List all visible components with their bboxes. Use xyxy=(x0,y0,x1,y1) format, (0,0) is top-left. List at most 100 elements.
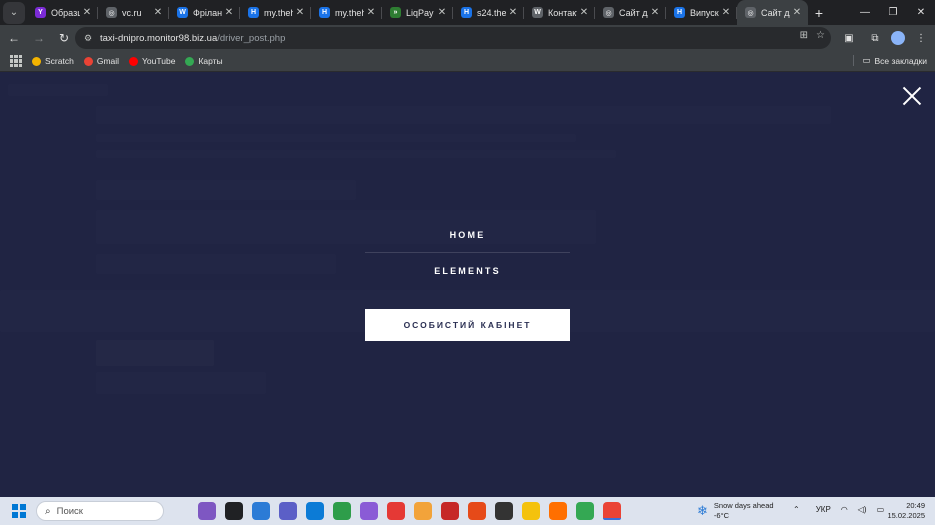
browser-tab[interactable]: Hmy.theh ✕ xyxy=(311,0,382,25)
wifi-icon[interactable]: ◠ xyxy=(841,505,848,514)
site-info-icon[interactable]: ⚙ xyxy=(81,33,95,44)
bookmark-item[interactable]: Scratch xyxy=(32,56,74,66)
tab-close-icon[interactable]: ✕ xyxy=(364,7,378,18)
maximize-button[interactable]: ❐ xyxy=(879,0,907,25)
apps-grid-icon[interactable] xyxy=(10,55,22,67)
browser-tab[interactable]: Y Образц ✕ xyxy=(27,0,98,25)
volume-icon[interactable]: ◁) xyxy=(858,505,867,514)
tab-close-icon[interactable]: ✕ xyxy=(577,7,591,18)
snowflake-icon: ❄ xyxy=(697,503,708,518)
tab-close-icon[interactable]: ✕ xyxy=(222,7,236,18)
browser-tab[interactable]: » LiqPay T✕ xyxy=(382,0,453,25)
bookmark-star-icon[interactable]: ☆ xyxy=(816,30,825,41)
tab-title: Сайт дл xyxy=(761,7,790,18)
weather-widget[interactable]: ❄ Snow days ahead -6°C xyxy=(697,501,774,521)
bookmark-item[interactable]: Gmail xyxy=(83,56,119,66)
browser-tab[interactable]: H Випуск ✕ xyxy=(666,0,737,25)
arrow-left-icon: ← xyxy=(8,31,20,45)
personal-cabinet-button[interactable]: ОСОБИСТИЙ КАБІНЕТ xyxy=(365,309,570,341)
tab-list: YОбразц✕◎vc.ru✕WФріланс✕Hmy.theh✕Hmy.the… xyxy=(27,0,808,25)
tab-close-icon[interactable]: ✕ xyxy=(80,7,94,18)
more-menu-icon[interactable]: ⋮ xyxy=(911,27,931,49)
terminal-icon[interactable] xyxy=(495,502,513,520)
copilot-icon[interactable] xyxy=(252,502,270,520)
browser-tab[interactable]: W Контакт✕ xyxy=(524,0,595,25)
tab-favicon-icon: ◎ xyxy=(745,7,756,18)
bookmark-label: YouTube xyxy=(142,56,176,66)
windows-start-icon[interactable] xyxy=(12,504,26,518)
browser-tab[interactable]: ◎ Сайт дл✕ xyxy=(737,0,808,25)
app-multicolor-icon[interactable] xyxy=(576,502,594,520)
app-wave-icon[interactable] xyxy=(414,502,432,520)
tab-close-icon[interactable]: ✕ xyxy=(648,7,662,18)
tab-close-icon[interactable]: ✕ xyxy=(506,7,520,18)
tab-favicon-icon: H xyxy=(674,7,685,18)
reload-button[interactable]: ↻ xyxy=(53,27,75,49)
tab-close-icon[interactable]: ✕ xyxy=(435,7,449,18)
menu-item-home[interactable]: HOME xyxy=(365,230,570,240)
media-icon[interactable]: ▣ xyxy=(839,27,859,49)
close-menu-icon[interactable] xyxy=(902,86,922,106)
battery-icon[interactable]: ▭ xyxy=(877,505,885,514)
tab-favicon-icon: H xyxy=(319,7,330,18)
bookmark-item[interactable]: Карты xyxy=(185,56,223,66)
tab-close-icon[interactable]: ✕ xyxy=(151,7,165,18)
browser-toolbar: ← → ↻ ⚙ taxi-dnipro.monitor98.biz.ua/dri… xyxy=(0,25,935,51)
system-tray: ⌃ УКР ◠ ◁) ▭ xyxy=(793,505,884,514)
bookmark-favicon-icon xyxy=(83,56,93,66)
profile-avatar[interactable] xyxy=(891,31,905,45)
window-controls: — ❐ ✕ xyxy=(851,0,935,25)
teams-icon[interactable] xyxy=(279,502,297,520)
weather-line1: Snow days ahead xyxy=(713,501,774,510)
language-indicator[interactable]: УКР xyxy=(816,505,831,514)
url-text[interactable]: taxi-dnipro.monitor98.biz.ua/driver_post… xyxy=(100,33,285,44)
forward-button[interactable]: → xyxy=(28,27,50,49)
tab-title: Контакт xyxy=(548,7,577,18)
sublime-icon[interactable] xyxy=(549,502,567,520)
bookmarks-bar: Scratch Gmail YouTube Карты ▭ Все закладки xyxy=(0,51,935,72)
translate-icon[interactable]: ⊞ xyxy=(800,30,808,41)
bookmark-favicon-icon xyxy=(185,56,195,66)
tab-favicon-icon: W xyxy=(532,7,543,18)
tab-title: Фріланс xyxy=(193,7,222,18)
tab-title: my.theh xyxy=(335,7,364,18)
browser-tab[interactable]: Hmy.theh ✕ xyxy=(240,0,311,25)
tab-close-icon[interactable]: ✕ xyxy=(790,7,804,18)
browser-tab[interactable]: ◎ vc.ru ✕ xyxy=(98,0,169,25)
app-red-icon[interactable] xyxy=(441,502,459,520)
app-color-icon[interactable] xyxy=(387,502,405,520)
close-window-button[interactable]: ✕ xyxy=(907,0,935,25)
all-bookmarks-button[interactable]: ▭ Все закладки xyxy=(853,55,927,66)
browser-tab[interactable]: W Фріланс✕ xyxy=(169,0,240,25)
folder-icon: ▭ xyxy=(862,55,871,65)
tab-title: my.theh xyxy=(264,7,293,18)
taskbar-search[interactable]: ⌕ Поиск xyxy=(36,501,164,521)
browser-tab[interactable]: ◎ Сайт дл✕ xyxy=(595,0,666,25)
clock-date: 15.02.2025 xyxy=(887,511,925,520)
browser-tab[interactable]: Hs24.theh✕ xyxy=(453,0,524,25)
app-diamond-icon[interactable] xyxy=(468,502,486,520)
chrome-icon[interactable] xyxy=(603,502,621,520)
tab-close-icon[interactable]: ✕ xyxy=(293,7,307,18)
tab-close-icon[interactable]: ✕ xyxy=(719,7,733,18)
extensions-icon[interactable]: ⧉ xyxy=(865,27,885,49)
menu-item-elements[interactable]: ELEMENTS xyxy=(365,266,570,276)
task-view-icon[interactable] xyxy=(225,502,243,520)
taskbar-clock[interactable]: 20:49 15.02.2025 xyxy=(887,501,925,521)
tab-search-button[interactable]: ⌄ xyxy=(3,1,25,24)
address-bar[interactable]: ⚙ taxi-dnipro.monitor98.biz.ua/driver_po… xyxy=(75,27,831,49)
bookmark-item[interactable]: YouTube xyxy=(129,56,175,66)
new-tab-button[interactable]: + xyxy=(808,5,830,21)
tab-favicon-icon: Y xyxy=(35,7,46,18)
widgets-icon[interactable] xyxy=(198,502,216,520)
tab-favicon-icon: ◎ xyxy=(106,7,117,18)
edge-icon[interactable] xyxy=(306,502,324,520)
visual-studio-icon[interactable] xyxy=(360,502,378,520)
minimize-button[interactable]: — xyxy=(851,0,879,25)
back-button[interactable]: ← xyxy=(3,27,25,49)
menu-divider xyxy=(365,252,570,253)
app-green-icon[interactable] xyxy=(333,502,351,520)
file-explorer-icon[interactable] xyxy=(522,502,540,520)
chevron-up-icon[interactable]: ⌃ xyxy=(793,505,800,514)
taskbar-apps xyxy=(198,502,630,520)
